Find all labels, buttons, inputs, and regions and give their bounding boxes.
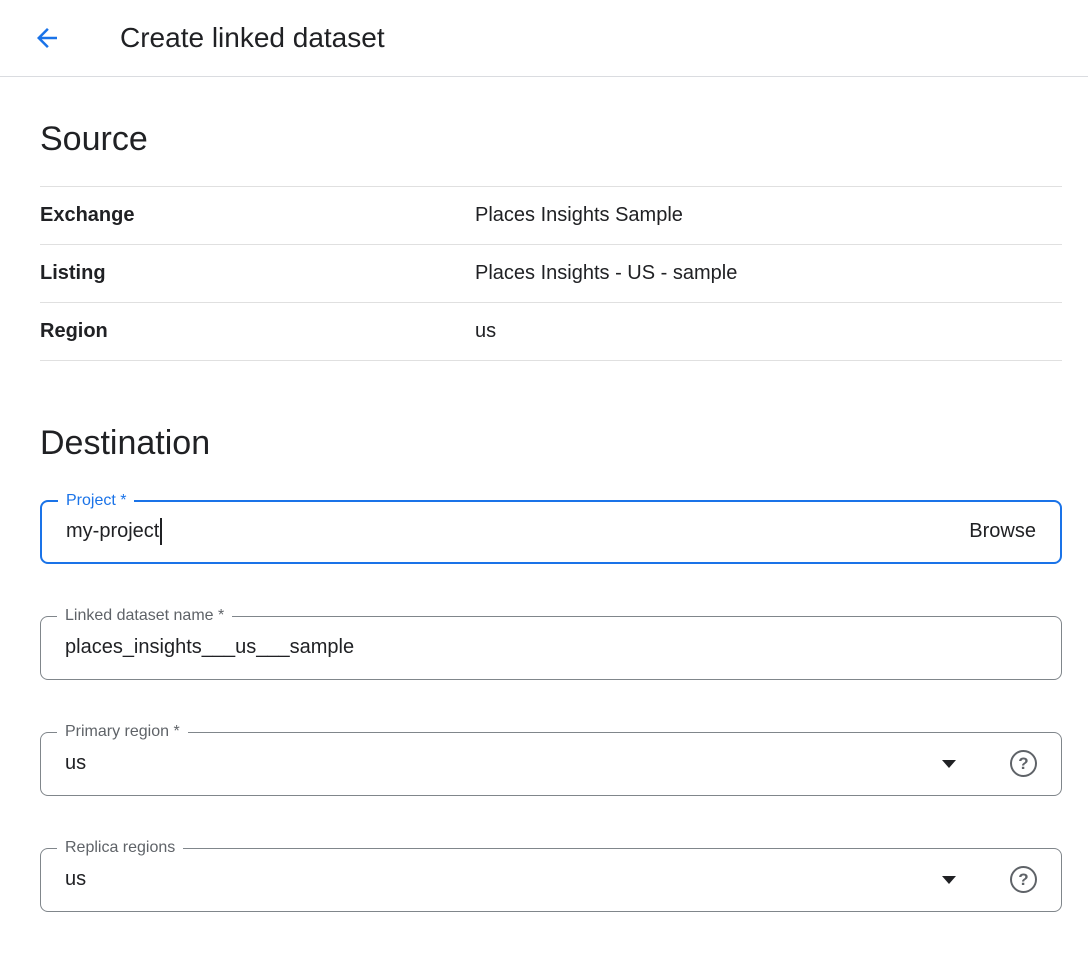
primary-region-value: us [65, 752, 86, 775]
replica-regions-value: us [65, 868, 86, 891]
source-table: Exchange Places Insights Sample Listing … [40, 186, 1062, 361]
back-button[interactable] [23, 14, 71, 62]
caret-down-icon [942, 876, 956, 884]
table-row: Region us [40, 303, 1062, 361]
row-value-exchange: Places Insights Sample [475, 204, 683, 227]
primary-region-select[interactable]: Primary region * us ? [40, 732, 1062, 796]
source-heading: Source [40, 119, 1062, 160]
caret-down-icon [942, 760, 956, 768]
text-cursor [160, 518, 162, 545]
project-field-label: Project * [58, 491, 134, 511]
linked-dataset-name-label: Linked dataset name * [57, 606, 232, 626]
row-label-listing: Listing [40, 262, 475, 285]
table-row: Exchange Places Insights Sample [40, 187, 1062, 245]
browse-button[interactable]: Browse [969, 520, 1036, 543]
replica-regions-select[interactable]: Replica regions us ? [40, 848, 1062, 912]
help-icon[interactable]: ? [1010, 750, 1037, 777]
content: Source Exchange Places Insights Sample L… [40, 119, 1062, 912]
primary-region-label: Primary region * [57, 722, 188, 742]
table-row: Listing Places Insights - US - sample [40, 245, 1062, 303]
arrow-back-icon [32, 23, 62, 53]
header: Create linked dataset [0, 0, 1088, 77]
linked-dataset-name-field[interactable]: Linked dataset name * places_insights___… [40, 616, 1062, 680]
replica-regions-label: Replica regions [57, 838, 183, 858]
row-label-region: Region [40, 320, 475, 343]
project-field[interactable]: Project * my-project Browse [40, 500, 1062, 564]
linked-dataset-name-value[interactable]: places_insights___us___sample [65, 636, 354, 659]
help-icon[interactable]: ? [1010, 866, 1037, 893]
row-value-region: us [475, 320, 496, 343]
row-value-listing: Places Insights - US - sample [475, 262, 737, 285]
row-label-exchange: Exchange [40, 204, 475, 227]
project-input-value[interactable]: my-project [66, 520, 159, 543]
destination-heading: Destination [40, 423, 1062, 464]
page-title: Create linked dataset [120, 22, 385, 54]
